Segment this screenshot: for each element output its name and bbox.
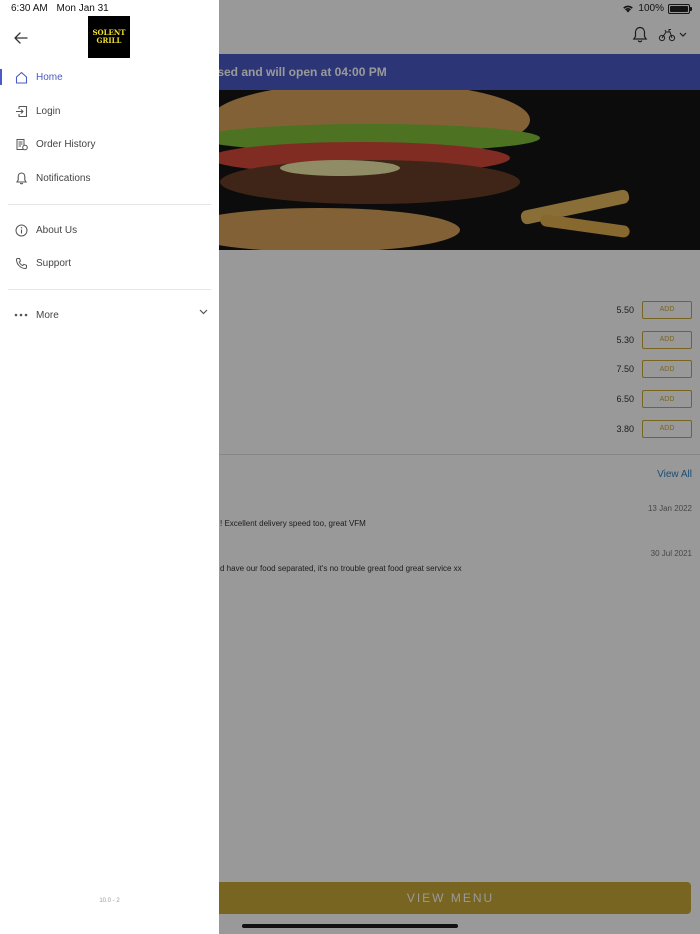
drawer-divider bbox=[8, 204, 211, 205]
login-icon bbox=[14, 104, 28, 118]
app-version: 10.0 - 2 bbox=[99, 898, 120, 904]
nav-item-label: Order History bbox=[36, 138, 96, 150]
side-drawer: 6:30 AM Mon Jan 31 SOLENT GRILL Home Log… bbox=[0, 0, 219, 934]
chevron-down-icon bbox=[199, 309, 208, 315]
status-time-text: 6:30 AM bbox=[11, 3, 48, 14]
receipt-icon bbox=[14, 137, 28, 151]
back-button[interactable] bbox=[10, 28, 32, 48]
home-icon bbox=[14, 70, 28, 84]
drawer-divider bbox=[8, 289, 211, 290]
status-date-text: Mon Jan 31 bbox=[56, 3, 109, 14]
nav-item-about-us[interactable]: About Us bbox=[0, 215, 219, 245]
phone-icon bbox=[14, 256, 28, 270]
status-time: 6:30 AM Mon Jan 31 bbox=[11, 3, 109, 14]
info-icon bbox=[14, 223, 28, 237]
solent-grill-logo: SOLENT GRILL bbox=[92, 28, 126, 45]
home-indicator bbox=[242, 924, 458, 928]
nav-item-label: About Us bbox=[36, 224, 78, 236]
restaurant-logo: SOLENT GRILL bbox=[88, 16, 130, 58]
nav-item-support[interactable]: Support bbox=[0, 248, 219, 278]
nav-item-login[interactable]: Login bbox=[0, 96, 219, 126]
more-dots-icon bbox=[14, 308, 28, 322]
nav-item-label: Support bbox=[36, 257, 72, 269]
nav-item-more[interactable]: More bbox=[0, 300, 219, 330]
logo-line-2: GRILL bbox=[97, 36, 122, 45]
bell-icon bbox=[14, 171, 28, 185]
nav-item-home[interactable]: Home bbox=[0, 62, 219, 92]
nav-item-label: Login bbox=[36, 105, 61, 117]
arrow-left-icon bbox=[14, 32, 28, 44]
nav-item-label: Notifications bbox=[36, 172, 91, 184]
nav-item-order-history[interactable]: Order History bbox=[0, 129, 219, 159]
nav-item-label: Home bbox=[36, 71, 63, 83]
nav-item-label: More bbox=[36, 309, 59, 321]
nav-item-notifications[interactable]: Notifications bbox=[0, 163, 219, 193]
